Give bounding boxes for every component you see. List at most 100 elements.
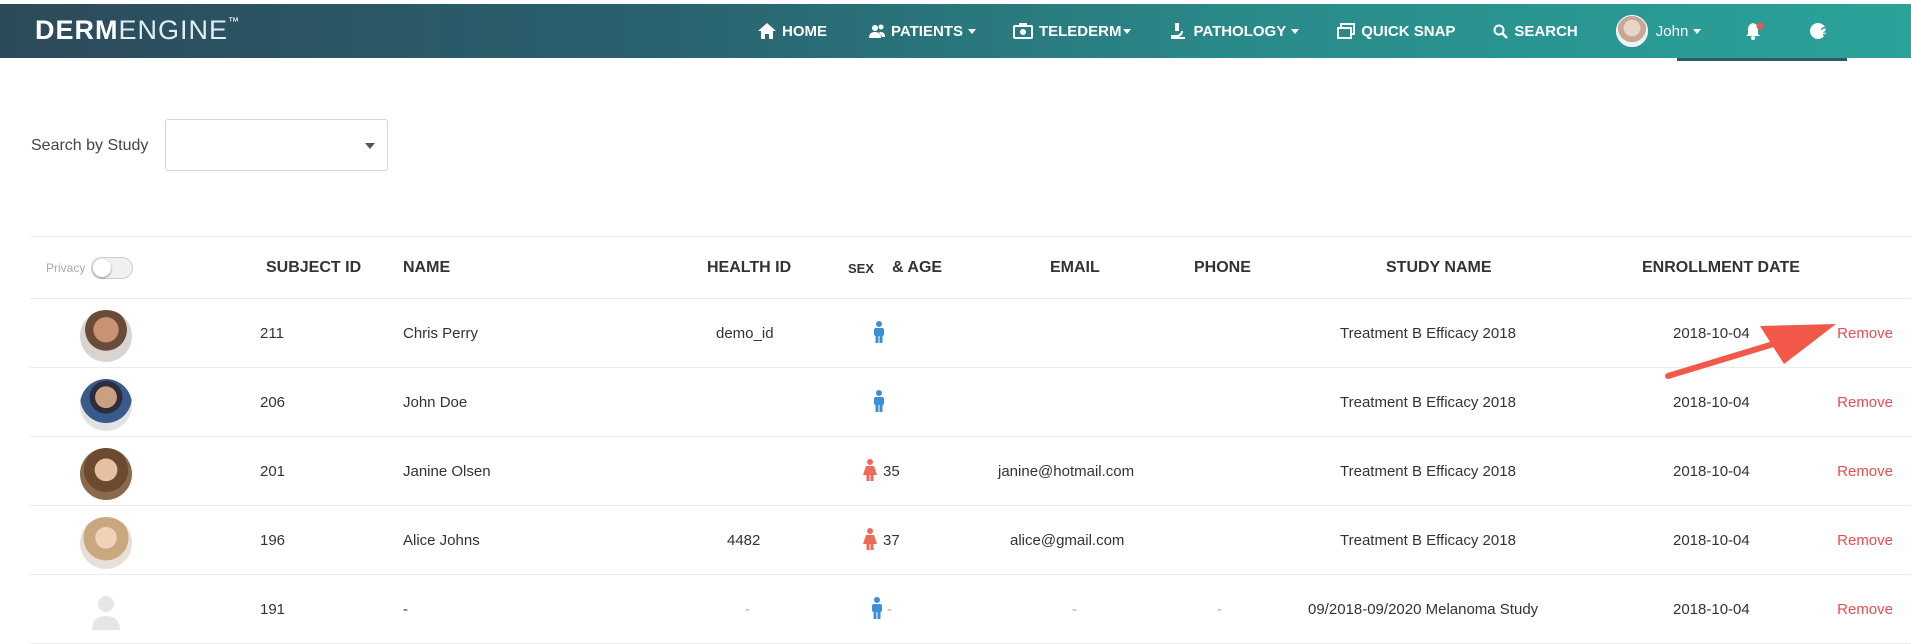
email-value: alice@gmail.com: [1010, 532, 1125, 549]
col-name[interactable]: NAME: [403, 259, 450, 277]
subject-id: 211: [260, 325, 284, 342]
nav-user-label: John: [1655, 22, 1689, 40]
col-health-id[interactable]: HEALTH ID: [707, 259, 791, 277]
col-email[interactable]: EMAIL: [1050, 259, 1100, 277]
col-enrollment-date[interactable]: ENROLLMENT DATE: [1642, 259, 1800, 277]
nav-home-label: HOME: [782, 22, 827, 40]
search-by-study-label: Search by Study: [31, 137, 149, 154]
nav-quick-snap-label: QUICK SNAP: [1361, 22, 1456, 40]
col-study-name[interactable]: STUDY NAME: [1386, 259, 1492, 277]
avatar[interactable]: [80, 586, 132, 638]
health-id: demo_id: [716, 325, 774, 342]
col-subject-id[interactable]: SUBJECT ID: [266, 259, 361, 277]
phone-value: -: [1217, 601, 1222, 618]
enrollment-date: 2018-10-04: [1673, 394, 1750, 411]
brand-bold: DERM: [35, 15, 119, 45]
table-row[interactable]: 211 Chris Perry demo_id Treatment B Effi…: [30, 299, 1911, 368]
study-name: Treatment B Efficacy 2018: [1340, 394, 1516, 411]
remove-link[interactable]: Remove: [1837, 463, 1893, 480]
table-header: Privacy SUBJECT ID NAME HEALTH ID SEX & …: [30, 237, 1911, 299]
female-icon: [863, 459, 877, 481]
male-icon: [874, 390, 884, 412]
chevron-down-icon: [967, 28, 976, 34]
nav-patients[interactable]: PATIENTS: [869, 4, 976, 58]
quick-snap-icon: [1337, 23, 1356, 39]
subjects-table: Privacy SUBJECT ID NAME HEALTH ID SEX & …: [30, 236, 1911, 644]
avatar[interactable]: [80, 379, 132, 431]
avatar[interactable]: [80, 517, 132, 569]
microscope-icon: [1171, 23, 1186, 39]
enrollment-date: 2018-10-04: [1673, 532, 1750, 549]
nav-help[interactable]: ?: [1809, 4, 1851, 58]
avatar[interactable]: [80, 310, 132, 362]
user-avatar: [1615, 15, 1648, 47]
telederm-icon: [1012, 23, 1033, 39]
subject-name[interactable]: -: [403, 601, 408, 618]
nav-quick-snap[interactable]: QUICK SNAP: [1337, 4, 1455, 58]
remove-link[interactable]: Remove: [1837, 325, 1893, 342]
study-select[interactable]: [165, 119, 388, 171]
search-icon: [1493, 24, 1509, 39]
table-row[interactable]: 206 John Doe Treatment B Efficacy 2018 2…: [30, 368, 1911, 437]
privacy-toggle-group: Privacy: [46, 257, 134, 279]
nav-help-label: ?: [1820, 23, 1829, 39]
chevron-down-icon: [1693, 28, 1702, 34]
chevron-down-icon: [1123, 28, 1132, 34]
active-nav-underline: [1677, 58, 1847, 61]
nav-telederm[interactable]: TELEDERM: [1012, 4, 1132, 58]
nav-menu: HOME PATIENTS TELEDERM PATHOLOGY QUICK S…: [758, 4, 1851, 58]
col-phone[interactable]: PHONE: [1194, 259, 1251, 277]
annotation-arrow-icon: [1665, 324, 1836, 379]
chevron-down-icon: [1291, 28, 1300, 34]
brand-logo[interactable]: DERMENGINE™: [35, 15, 240, 46]
study-name: Treatment B Efficacy 2018: [1340, 463, 1516, 480]
age-value: 35: [883, 463, 900, 480]
subject-id: 201: [260, 463, 286, 480]
table-row[interactable]: 191 - - - - - 09/2018-09/2020 Melanoma S…: [30, 575, 1911, 644]
top-navbar: DERMENGINE™ HOME PATIENTS TELEDERM PATHO…: [0, 4, 1911, 58]
brand-light: ENGINE: [118, 15, 229, 45]
chevron-down-icon: [365, 143, 375, 149]
enrollment-date: 2018-10-04: [1673, 463, 1750, 480]
subject-name[interactable]: Alice Johns: [403, 532, 480, 549]
col-age[interactable]: & AGE: [892, 259, 942, 277]
nav-notifications[interactable]: [1745, 4, 1771, 58]
nav-user-menu[interactable]: John: [1615, 4, 1702, 58]
study-name: Treatment B Efficacy 2018: [1340, 532, 1516, 549]
nav-home[interactable]: HOME: [758, 4, 827, 58]
nav-pathology-label: PATHOLOGY: [1193, 22, 1287, 40]
study-name: 09/2018-09/2020 Melanoma Study: [1308, 601, 1539, 618]
male-icon: [874, 321, 884, 343]
subject-id: 206: [260, 394, 286, 411]
home-icon: [758, 23, 776, 39]
privacy-toggle[interactable]: [91, 257, 134, 279]
male-icon: [872, 597, 882, 619]
col-sex[interactable]: SEX: [848, 261, 874, 276]
study-name: Treatment B Efficacy 2018: [1340, 325, 1516, 342]
default-avatar-icon: [92, 596, 120, 630]
age-value: 37: [883, 532, 900, 549]
email-value: janine@hotmail.com: [998, 463, 1135, 480]
table-row[interactable]: 196 Alice Johns 4482 37 alice@gmail.com …: [30, 506, 1911, 575]
subject-name[interactable]: Chris Perry: [403, 325, 478, 342]
female-icon: [863, 528, 877, 550]
remove-link[interactable]: Remove: [1837, 601, 1893, 618]
nav-patients-label: PATIENTS: [891, 22, 963, 40]
table-row[interactable]: 201 Janine Olsen 35 janine@hotmail.com T…: [30, 437, 1911, 506]
avatar[interactable]: [80, 448, 132, 500]
nav-pathology[interactable]: PATHOLOGY: [1169, 4, 1300, 58]
health-id: 4482: [727, 532, 761, 549]
age-value: -: [887, 601, 892, 618]
remove-link[interactable]: Remove: [1837, 532, 1893, 549]
bell-icon: [1746, 22, 1764, 40]
privacy-label: Privacy: [46, 261, 86, 275]
patients-icon: [869, 24, 885, 38]
enrollment-date: 2018-10-04: [1673, 601, 1750, 618]
subject-name[interactable]: John Doe: [403, 394, 467, 411]
health-id: -: [745, 601, 750, 618]
remove-link[interactable]: Remove: [1837, 394, 1893, 411]
brand-tm: ™: [228, 16, 241, 28]
nav-search[interactable]: SEARCH: [1493, 4, 1578, 58]
subject-name[interactable]: Janine Olsen: [403, 463, 491, 480]
subject-id: 191: [260, 601, 286, 618]
